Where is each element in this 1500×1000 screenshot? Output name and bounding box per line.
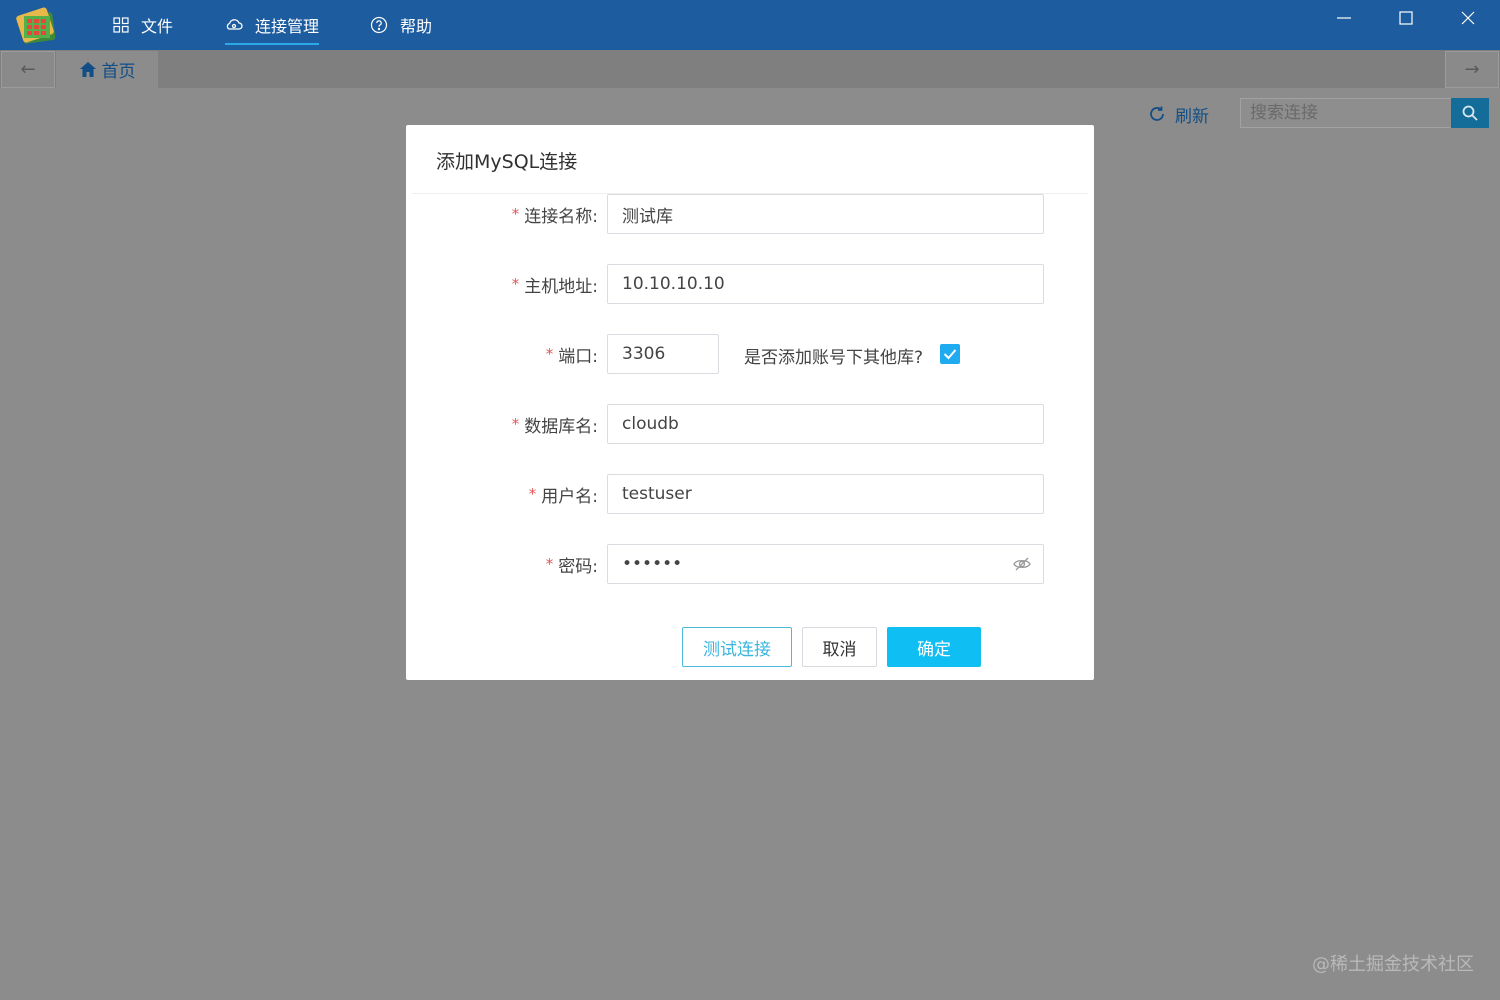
database-label-text: 数据库名: [524, 416, 598, 437]
port-label: * 端口: [546, 334, 598, 374]
arrow-right-icon: → [1464, 59, 1480, 80]
help-icon [370, 16, 388, 34]
tab-strip [0, 50, 1500, 88]
arrow-left-icon: ← [20, 59, 36, 80]
maximize-icon [1399, 11, 1413, 25]
username-input[interactable]: testuser [607, 474, 1044, 514]
required-mark: * [545, 555, 554, 573]
minimize-button[interactable] [1329, 6, 1359, 30]
username-label-text: 用户名: [541, 486, 598, 507]
search-input[interactable] [1240, 98, 1452, 128]
menu-connections[interactable]: 连接管理 [225, 0, 320, 50]
dialog-title: 添加MySQL连接 [436, 151, 578, 173]
minimize-icon [1337, 17, 1351, 19]
menu-file[interactable]: 文件 [113, 0, 173, 50]
tab-back-button[interactable]: ← [1, 51, 55, 88]
refresh-button[interactable]: 刷新 [1148, 100, 1209, 128]
title-bar: 文件 连接管理 帮助 [0, 0, 1500, 50]
connection-name-label: * 连接名称: [512, 194, 598, 234]
app-logo-icon [16, 7, 56, 44]
maximize-button[interactable] [1391, 6, 1421, 30]
required-mark: * [511, 205, 520, 223]
home-icon [79, 62, 96, 77]
host-label: * 主机地址: [512, 264, 598, 304]
database-value: cloudb [622, 414, 679, 434]
required-mark: * [545, 345, 554, 363]
menu-file-label: 文件 [141, 17, 174, 36]
username-label: * 用户名: [529, 474, 598, 514]
search-button[interactable] [1451, 98, 1489, 128]
watermark: @稀土掘金技术社区 [1312, 954, 1474, 975]
username-value: testuser [622, 484, 692, 504]
connection-name-input[interactable]: 测试库 [607, 194, 1044, 234]
password-label-text: 密码: [558, 556, 598, 577]
confirm-button[interactable]: 确定 [887, 627, 981, 667]
required-mark: * [511, 415, 520, 433]
close-icon [1461, 11, 1475, 25]
required-mark: * [528, 485, 537, 503]
menu-connections-label: 连接管理 [255, 17, 320, 36]
eye-off-icon[interactable] [1013, 556, 1031, 572]
host-value: 10.10.10.10 [622, 274, 725, 294]
test-connection-button[interactable]: 测试连接 [682, 627, 792, 667]
search-icon [1462, 105, 1478, 121]
refresh-label: 刷新 [1175, 106, 1209, 127]
connection-name-value: 测试库 [622, 206, 673, 227]
tab-forward-button[interactable]: → [1445, 51, 1499, 88]
tab-home-label: 首页 [101, 62, 136, 82]
database-label: * 数据库名: [512, 404, 598, 444]
refresh-icon [1150, 106, 1164, 121]
menu-help[interactable]: 帮助 [370, 0, 432, 50]
cloud-icon [225, 17, 243, 33]
cancel-button[interactable]: 取消 [802, 627, 877, 667]
add-mysql-connection-dialog: 添加MySQL连接 * 连接名称: 测试库 * 主机地址: 10.10.10.1… [406, 125, 1094, 680]
checkmark-icon [943, 349, 957, 360]
database-input[interactable]: cloudb [607, 404, 1044, 444]
port-value: 3306 [622, 344, 666, 364]
port-label-text: 端口: [558, 346, 598, 367]
connection-name-label-text: 连接名称: [524, 206, 598, 227]
password-label: * 密码: [546, 544, 598, 584]
required-mark: * [511, 275, 520, 293]
grid-icon [113, 17, 129, 33]
tab-home[interactable]: 首页 [56, 51, 158, 88]
host-input[interactable]: 10.10.10.10 [607, 264, 1044, 304]
menu-help-label: 帮助 [400, 17, 433, 36]
add-other-dbs-label: 是否添加账号下其他库? [744, 347, 924, 368]
host-label-text: 主机地址: [524, 276, 598, 297]
port-input[interactable]: 3306 [607, 334, 719, 374]
password-value: •••••• [622, 554, 683, 574]
close-window-button[interactable] [1453, 6, 1483, 30]
add-other-dbs-checkbox[interactable] [940, 344, 960, 364]
password-input[interactable]: •••••• [607, 544, 1044, 584]
